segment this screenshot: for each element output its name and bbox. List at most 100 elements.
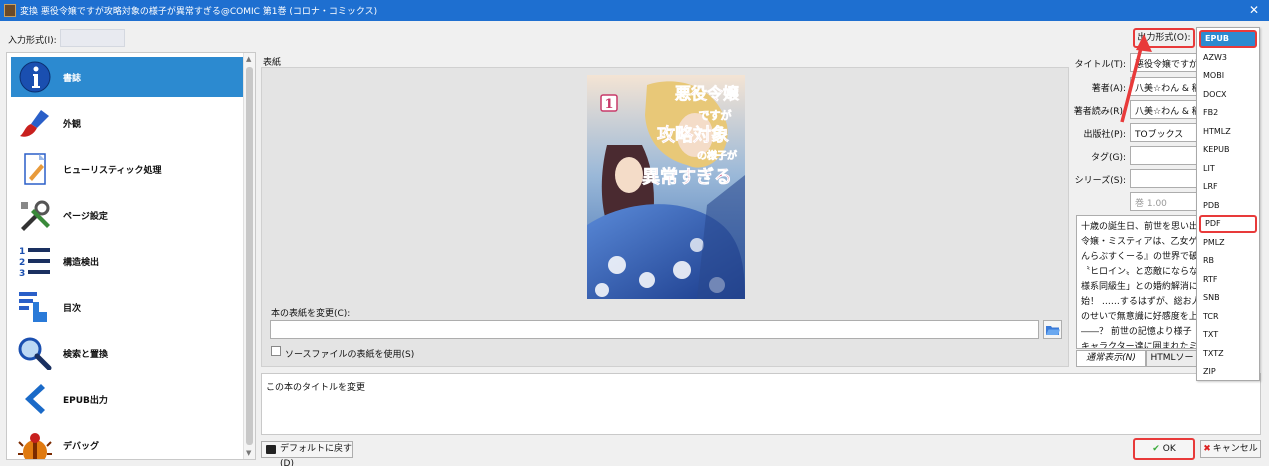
restore-defaults-label: デフォルトに戻す(D) (280, 444, 353, 466)
format-option-azw3[interactable]: AZW3 (1199, 49, 1257, 67)
document-pencil-icon (24, 153, 46, 185)
info-icon (19, 61, 51, 93)
sidebar-item-label: デバッグ (63, 442, 100, 452)
description-box[interactable]: 十歳の誕生日、前世を思い出 令嬢・ミスティアは、乙女ゲー んらぶすくーる』の世界… (1076, 215, 1204, 349)
format-option-zip[interactable]: ZIP (1199, 363, 1257, 381)
cancel-label: キャンセル (1212, 444, 1258, 454)
sidebar-item-page-setup[interactable]: ページ設定 (11, 195, 243, 235)
author-label: 著者(A): (1091, 84, 1126, 94)
description-line: 令嬢・ミスティアは、乙女ゲー (1081, 237, 1204, 247)
format-option-rtf[interactable]: RTF (1199, 271, 1257, 289)
bug-icon (18, 433, 52, 459)
sidebar-item-label: ページ設定 (63, 212, 108, 222)
format-option-lit[interactable]: LIT (1199, 160, 1257, 178)
cover-title-line: ですが (699, 108, 732, 122)
cover-title-line: の様子が (697, 149, 738, 162)
scroll-up-icon[interactable]: ▲ (246, 55, 251, 63)
cover-path-input[interactable] (270, 320, 1039, 339)
format-option-tcr[interactable]: TCR (1199, 308, 1257, 326)
cover-title-line: 悪役令嬢 (675, 84, 740, 103)
sidebar-item-label: 外観 (63, 120, 82, 130)
series-label: シリーズ(S): (1074, 176, 1126, 186)
sidebar-item-structure[interactable]: 1 2 3 構造検出 (11, 241, 243, 281)
svg-text:3: 3 (19, 269, 25, 278)
sidebar-item-label: 検索と置換 (63, 350, 109, 360)
output-format-dropdown[interactable]: EPUB AZW3 MOBI DOCX FB2 HTMLZ KEPUB LIT LRF PDB PD… (1196, 27, 1260, 381)
sidebar-item-label: 書誌 (63, 74, 82, 84)
format-option-docx[interactable]: DOCX (1199, 86, 1257, 104)
ok-button[interactable]: ✔ OK (1133, 438, 1195, 460)
use-source-cover-label: ソースファイルの表紙を使用(S) (285, 350, 415, 360)
description-line: 〝ヒロイン〟と恋敵にならない (1081, 267, 1204, 277)
tools-icon (21, 200, 50, 231)
sidebar-item-label: ヒューリスティック処理 (63, 166, 162, 176)
description-line: 様系同級生」との婚約解消に (1081, 282, 1198, 292)
format-option-pmlz[interactable]: PMLZ (1199, 234, 1257, 252)
format-option-lrf[interactable]: LRF (1199, 178, 1257, 196)
svg-text:2: 2 (19, 258, 25, 268)
use-source-cover-checkbox[interactable] (271, 346, 281, 356)
format-option-pdf[interactable]: PDF (1199, 215, 1257, 233)
format-option-pdb[interactable]: PDB (1199, 197, 1257, 215)
title-label: タイトル(T): (1074, 60, 1126, 70)
format-option-epub[interactable]: EPUB (1199, 30, 1257, 48)
format-option-rb[interactable]: RB (1199, 252, 1257, 270)
restore-defaults-button[interactable]: デフォルトに戻す(D) (261, 441, 353, 466)
sidebar-item-metadata[interactable]: 書誌 (11, 57, 243, 97)
description-line: キャラクター達に囲まれたミス (1081, 342, 1204, 349)
input-format-label: 入力形式(I): (8, 36, 57, 46)
tab-normal-view[interactable]: 通常表示(N) (1076, 350, 1146, 367)
change-cover-label: 本の表紙を変更(C): (271, 309, 351, 319)
window-title: 変換 悪役令嬢ですが攻略対象の様子が異常すぎる@COMIC 第1巻 (コロナ・コ… (20, 7, 378, 17)
format-option-snb[interactable]: SNB (1199, 289, 1257, 307)
cover-image: 1 悪役令嬢ですが攻略対象の様子が異常すぎる (587, 75, 745, 299)
author-sort-label: 著者読み(R): (1073, 107, 1126, 117)
magnifier-icon (18, 337, 52, 370)
format-option-mobi[interactable]: MOBI (1199, 67, 1257, 85)
cover-volume-badge: 1 (604, 97, 613, 112)
sidebar: 書誌 外観 ヒューリスティック処理 ページ設定 1 2 3 構造検出 目次 検索… (6, 52, 256, 460)
format-option-kepub[interactable]: KEPUB (1199, 141, 1257, 159)
toc-pointer-icon (19, 292, 47, 322)
sidebar-item-label: 構造検出 (63, 258, 100, 268)
scroll-down-icon[interactable]: ▼ (246, 449, 251, 457)
browse-cover-button[interactable] (1043, 320, 1062, 339)
tab-html-source[interactable]: HTMLソー (1146, 350, 1198, 367)
sidebar-item-label: 目次 (63, 304, 82, 314)
cover-title-line: 攻略対象 (657, 124, 729, 146)
sidebar-item-search-replace[interactable]: 検索と置換 (11, 333, 243, 373)
sidebar-item-toc[interactable]: 目次 (11, 287, 243, 327)
folder-open-icon (1046, 326, 1060, 335)
sidebar-item-label: EPUB出力 (63, 396, 108, 406)
format-option-txtz[interactable]: TXTZ (1199, 345, 1257, 363)
publisher-label: 出版社(P): (1083, 130, 1126, 140)
window-titlebar: 変換 悪役令嬢ですが攻略対象の様子が異常すぎる@COMIC 第1巻 (コロナ・コ… (0, 0, 1269, 21)
restore-icon (266, 445, 276, 454)
paintbrush-icon (20, 110, 49, 137)
sidebar-item-epub-output[interactable]: EPUB出力 (11, 379, 243, 419)
sidebar-scrollbar[interactable]: ▲ ▼ (243, 53, 255, 459)
format-option-htmlz[interactable]: HTMLZ (1199, 123, 1257, 141)
checkmark-icon: ✔ (1152, 444, 1160, 454)
close-icon[interactable]: ✕ (1249, 3, 1259, 17)
ok-label: OK (1162, 444, 1176, 454)
input-format-select[interactable] (60, 29, 125, 47)
numbered-list-icon: 1 2 3 (19, 247, 50, 278)
chevron-left-icon (25, 384, 45, 414)
sidebar-item-look[interactable]: 外観 (11, 103, 243, 143)
scrollbar-thumb[interactable] (246, 67, 253, 445)
description-line: んらぶすくーる』の世界で破滅 (1081, 252, 1204, 262)
output-format-label[interactable]: 出力形式(O): (1133, 28, 1195, 48)
description-line: 十歳の誕生日、前世を思い出 (1081, 222, 1199, 232)
help-text-box: この本のタイトルを変更 (261, 373, 1261, 435)
app-icon (4, 4, 16, 17)
cover-title-line: 異常すぎる (642, 166, 732, 188)
sidebar-item-debug[interactable]: デバッグ (11, 425, 243, 459)
cancel-button[interactable]: ✖ キャンセル (1200, 440, 1261, 458)
description-line: ――？ 前世の記憶より様子 (1081, 327, 1192, 337)
description-line: のせいで無意識に好感度を上 (1081, 312, 1198, 322)
format-option-txt[interactable]: TXT (1199, 326, 1257, 344)
tags-label: タグ(G): (1090, 153, 1126, 163)
sidebar-item-heuristics[interactable]: ヒューリスティック処理 (11, 149, 243, 189)
format-option-fb2[interactable]: FB2 (1199, 104, 1257, 122)
